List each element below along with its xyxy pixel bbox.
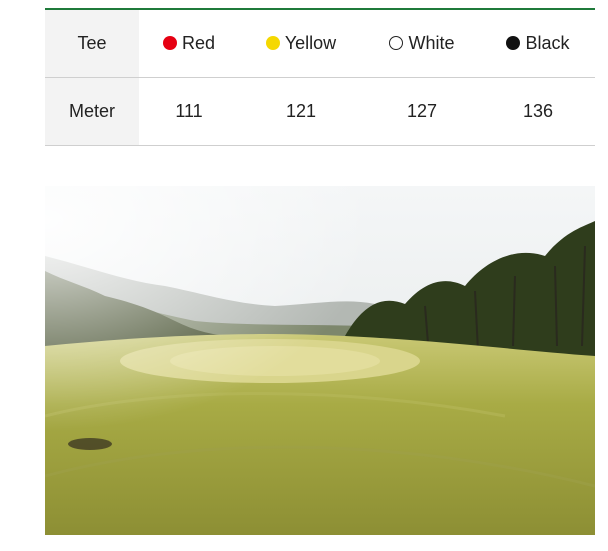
meter-black-value: 136 <box>481 77 595 146</box>
tee-distance-table: Tee Red Yellow White Black Meter 111 121… <box>45 8 595 146</box>
meter-row-label: Meter <box>45 77 139 146</box>
tee-black-label: Black <box>525 33 570 53</box>
black-tee-dot-icon <box>506 36 521 50</box>
tee-yellow-label: Yellow <box>284 33 337 53</box>
tee-row: Tee Red Yellow White Black <box>45 9 595 78</box>
golf-course-photo <box>45 186 595 535</box>
meter-red-value: 111 <box>139 77 239 146</box>
tee-red-label: Red <box>181 33 216 53</box>
yellow-tee-dot-icon <box>265 36 280 50</box>
tee-yellow-cell: Yellow <box>239 9 363 78</box>
red-tee-dot-icon <box>162 36 177 50</box>
meter-row: Meter 111 121 127 136 <box>45 77 595 146</box>
tee-red-cell: Red <box>139 9 239 78</box>
tee-row-label: Tee <box>45 9 139 78</box>
tee-white-label: White <box>408 33 455 53</box>
white-tee-dot-icon <box>389 36 404 50</box>
golf-green-image <box>45 186 595 535</box>
meter-yellow-value: 121 <box>239 77 363 146</box>
meter-white-value: 127 <box>363 77 481 146</box>
tee-black-cell: Black <box>481 9 595 78</box>
tee-white-cell: White <box>363 9 481 78</box>
